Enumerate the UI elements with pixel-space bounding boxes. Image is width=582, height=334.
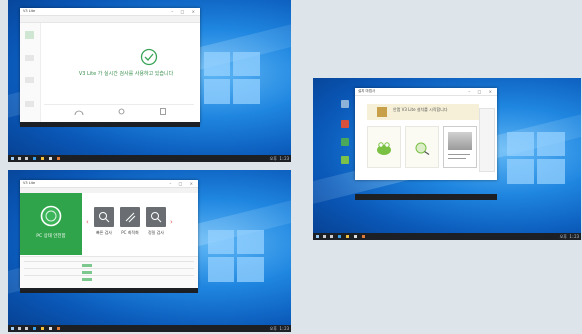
desktop-icon[interactable] <box>341 120 349 128</box>
explorer-icon[interactable] <box>41 157 44 160</box>
taskbar-clock[interactable]: 오후 1:23 <box>560 233 579 240</box>
window-titlebar[interactable]: V3 Lite – □ × <box>20 180 198 188</box>
mail-icon[interactable] <box>362 235 365 238</box>
tile-label: 정밀 검사 <box>148 230 164 235</box>
bottom-divider <box>44 104 194 105</box>
search-icon[interactable] <box>323 235 326 238</box>
deep-scan-tile[interactable]: 정밀 검사 <box>146 207 166 235</box>
window-title: V3 Lite <box>23 9 36 13</box>
taskbar-clock[interactable]: 오후 1:23 <box>270 155 289 162</box>
shield-ring-icon <box>40 205 62 227</box>
left-sidebar <box>20 23 41 124</box>
desktop-icon[interactable] <box>341 100 349 108</box>
feature-card-news[interactable] <box>443 126 477 168</box>
mail-icon[interactable] <box>57 157 60 160</box>
info-row <box>24 261 194 262</box>
taskview-icon[interactable] <box>330 235 333 238</box>
info-row <box>24 268 194 269</box>
store-icon[interactable] <box>49 157 52 160</box>
magnifier-frog-icon <box>415 142 430 155</box>
window-controls[interactable]: – □ × <box>468 88 495 95</box>
mail-icon[interactable] <box>57 327 60 330</box>
status-chip <box>82 264 92 267</box>
edge-icon[interactable] <box>33 327 36 330</box>
scan-dial-icon[interactable] <box>74 109 84 115</box>
toolbar-strip <box>20 16 200 23</box>
taskbar: 오후 1:23 <box>8 325 291 332</box>
windows-logo <box>507 132 565 184</box>
installer-window[interactable]: 설치 마법사 – □ × 안랩 V3 Lite 설치를 시작합니다 <box>355 88 497 180</box>
side-panel <box>479 108 495 172</box>
window-title: V3 Lite <box>23 181 36 185</box>
banner-text: 안랩 V3 Lite 설치를 시작합니다 <box>393 107 448 112</box>
windows-logo <box>204 52 260 104</box>
taskview-icon[interactable] <box>25 157 28 160</box>
left-arrow-button[interactable]: ‹ <box>86 218 89 226</box>
inner-taskbar <box>20 288 198 293</box>
status-message: V3 Lite 가 실시간 검사를 사용하고 있습니다 <box>78 71 174 77</box>
gift-box-icon <box>377 107 387 117</box>
explorer-icon[interactable] <box>41 327 44 330</box>
window-title: 설치 마법사 <box>358 89 376 93</box>
taskbar: 오후 1:23 <box>313 233 581 240</box>
screenshot-panel-top-left: V3 Lite – □ × V3 Lite 가 실시간 검사를 사용하고 있습니… <box>8 0 291 162</box>
check-circle-icon <box>140 48 158 66</box>
info-row <box>24 275 194 276</box>
right-arrow-button[interactable]: › <box>170 218 173 226</box>
window-titlebar[interactable]: V3 Lite – □ × <box>20 8 200 16</box>
status-chip <box>82 278 92 281</box>
quick-scan-tile[interactable]: 빠른 검사 <box>94 207 114 235</box>
screenshot-panel-bottom-left: V3 Lite – □ × PC 상태 안전함 ‹ 빠른 검사 PC 최적화 정… <box>8 170 291 332</box>
explorer-icon[interactable] <box>346 235 349 238</box>
broom-icon <box>125 212 136 223</box>
sidebar-item-home[interactable] <box>25 31 34 39</box>
v3-window[interactable]: V3 Lite – □ × V3 Lite 가 실시간 검사를 사용하고 있습니… <box>20 8 200 124</box>
store-icon[interactable] <box>354 235 357 238</box>
news-line <box>448 154 470 155</box>
desktop-icon[interactable] <box>341 138 349 146</box>
news-line <box>448 158 466 159</box>
news-image <box>448 132 472 150</box>
window-controls[interactable]: – □ × <box>171 8 198 15</box>
refresh-icon[interactable] <box>118 108 125 115</box>
start-icon[interactable] <box>316 235 319 238</box>
pc-optimize-tile[interactable]: PC 최적화 <box>120 207 140 235</box>
sidebar-item-settings[interactable] <box>25 101 34 107</box>
desktop-icon[interactable] <box>341 156 349 164</box>
inner-taskbar <box>355 194 497 200</box>
status-chip <box>82 271 92 274</box>
start-icon[interactable] <box>11 327 14 330</box>
frog-mascot-icon <box>377 142 391 155</box>
taskbar-clock[interactable]: 오후 1:23 <box>270 325 289 332</box>
sidebar-item-tools[interactable] <box>25 77 34 83</box>
windows-logo <box>208 230 264 282</box>
tile-label: PC 최적화 <box>121 230 139 235</box>
installer-banner: 안랩 V3 Lite 설치를 시작합니다 <box>367 104 479 120</box>
magnifier-icon <box>99 212 110 223</box>
v3-window[interactable]: V3 Lite – □ × PC 상태 안전함 ‹ 빠른 검사 PC 최적화 정… <box>20 180 198 288</box>
status-panel: PC 상태 안전함 <box>20 193 82 255</box>
window-controls[interactable]: – □ × <box>169 180 196 187</box>
tile-label: 빠른 검사 <box>96 230 112 235</box>
search-icon[interactable] <box>18 327 21 330</box>
edge-icon[interactable] <box>33 157 36 160</box>
info-table <box>20 256 198 288</box>
taskbar: 오후 1:23 <box>8 155 291 162</box>
search-gear-icon <box>151 212 162 223</box>
document-icon[interactable] <box>160 108 166 115</box>
window-titlebar[interactable]: 설치 마법사 – □ × <box>355 88 497 96</box>
screenshot-panel-right: 설치 마법사 – □ × 안랩 V3 Lite 설치를 시작합니다 오후 1:2… <box>313 78 581 240</box>
edge-icon[interactable] <box>338 235 341 238</box>
feature-card-mascot[interactable] <box>367 126 401 168</box>
inner-taskbar <box>20 122 200 127</box>
sidebar-item-scan[interactable] <box>25 55 34 61</box>
start-icon[interactable] <box>11 157 14 160</box>
taskview-icon[interactable] <box>25 327 28 330</box>
search-icon[interactable] <box>18 157 21 160</box>
pc-status-text: PC 상태 안전함 <box>36 234 66 239</box>
feature-card-search[interactable] <box>405 126 439 168</box>
store-icon[interactable] <box>49 327 52 330</box>
